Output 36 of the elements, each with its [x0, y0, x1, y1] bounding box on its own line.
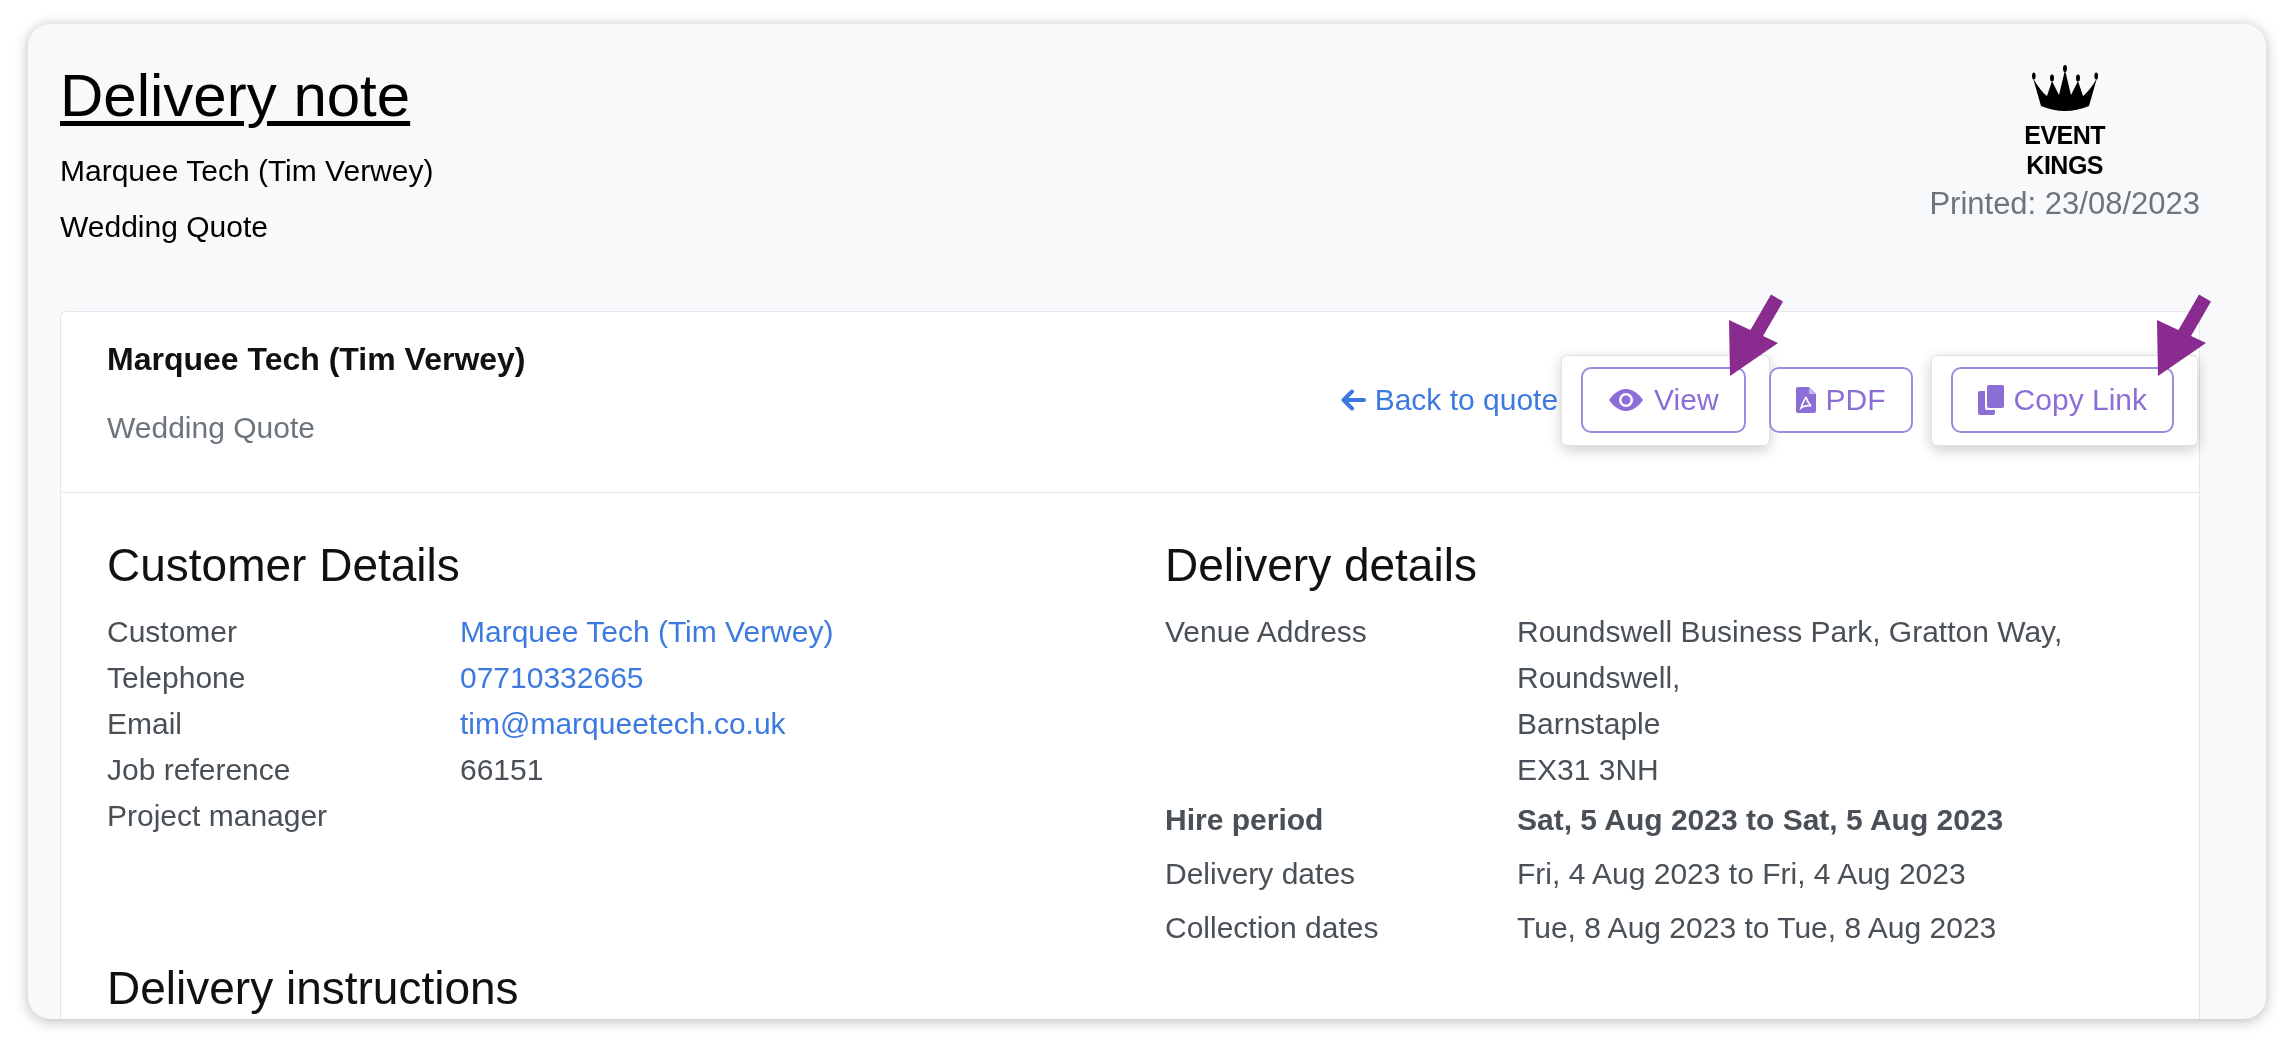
detail-label: Customer	[107, 614, 239, 650]
detail-label: Hire period	[1165, 802, 1325, 838]
detail-link[interactable]: Marquee Tech (Tim Verwey)	[460, 609, 834, 655]
action-button[interactable]: View	[1581, 367, 1746, 433]
section-heading: Delivery instructions	[107, 963, 519, 1013]
page-title: Delivery note	[60, 61, 411, 131]
card-title: Marquee Tech (Tim Verwey)	[107, 340, 526, 379]
detail-label: Collection dates	[1165, 910, 1380, 946]
file-icon	[1795, 387, 1816, 413]
card-subtitle: Wedding Quote	[107, 410, 315, 446]
detail-label: Project manager	[107, 798, 329, 834]
logo-wordmark: EVENT KINGS	[2024, 120, 2106, 180]
quote-name: Wedding Quote	[60, 209, 268, 245]
detail-value: Tue, 8 Aug 2023 to Tue, 8 Aug 2023	[1517, 910, 1997, 946]
detail-link[interactable]: 07710332665	[460, 655, 644, 701]
copy-icon	[1977, 385, 2004, 415]
section-heading: Customer Details	[107, 538, 461, 593]
detail-value: Sat, 5 Aug 2023 to Sat, 5 Aug 2023	[1517, 802, 2004, 838]
detail-label: Delivery dates	[1165, 856, 1357, 892]
arrow-left-icon	[1340, 389, 1366, 411]
detail-label: Venue Address	[1165, 614, 1368, 650]
detail-label: Job reference	[107, 752, 292, 788]
detail-label: Telephone	[107, 660, 247, 696]
printed-date: Printed: 23/08/2023	[1929, 186, 2200, 222]
detail-link[interactable]: tim@marqueetech.co.uk	[460, 701, 786, 747]
detail-value: Fri, 4 Aug 2023 to Fri, 4 Aug 2023	[1517, 856, 1966, 892]
customer-name: Marquee Tech (Tim Verwey)	[60, 153, 434, 189]
crown-icon	[2031, 65, 2098, 114]
back-link[interactable]: Back to quote	[1340, 380, 1559, 420]
detail-label: Email	[107, 706, 183, 742]
action-button[interactable]: PDF	[1768, 367, 1913, 433]
eye-icon	[1608, 388, 1645, 412]
detail-value: 66151	[460, 752, 544, 788]
venue-address: Roundswell Business Park, Gratton Way, Roundswell, Barnstaple EX31 3NH	[1517, 614, 2063, 788]
action-button[interactable]: Copy Link	[1950, 367, 2174, 433]
section-heading: Delivery details	[1165, 538, 1478, 593]
